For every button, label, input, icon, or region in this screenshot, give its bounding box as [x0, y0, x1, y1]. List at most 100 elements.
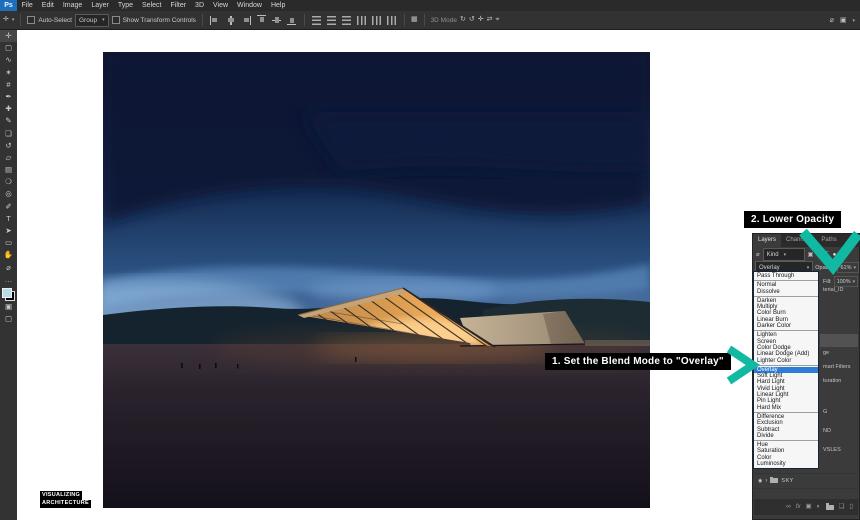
- tool-move-icon[interactable]: ✛: [0, 30, 17, 43]
- layer-name-fragment[interactable]: G: [823, 409, 827, 415]
- menu-item[interactable]: View: [209, 0, 233, 11]
- tool-spot-healing-icon[interactable]: ✚: [0, 103, 17, 115]
- divider: [423, 14, 425, 26]
- blend-mode-option[interactable]: Linear Dodge (Add): [754, 351, 818, 357]
- tool-type-icon[interactable]: T: [0, 213, 17, 225]
- menu-item[interactable]: Type: [113, 0, 137, 11]
- adjustment-layer-icon[interactable]: ◐: [817, 499, 821, 515]
- align-center-horizontal-icon[interactable]: [226, 15, 235, 25]
- 3d-orbit-icon[interactable]: ↻: [460, 15, 466, 25]
- chevron-down-icon[interactable]: ▾: [12, 17, 15, 23]
- quick-mask-icon[interactable]: ▣: [0, 301, 17, 313]
- distribute-vertical-icon[interactable]: [327, 15, 337, 25]
- auto-select-scope-select[interactable]: Group ▾: [75, 13, 109, 27]
- menu-item[interactable]: Edit: [37, 0, 58, 11]
- move-tool-icon: ✛: [3, 16, 9, 23]
- tool-pen-icon[interactable]: ✐: [0, 201, 17, 213]
- tool-rect-marquee-icon[interactable]: ▢: [0, 42, 17, 54]
- menu-item[interactable]: Help: [266, 0, 289, 11]
- menu-item[interactable]: Layer: [87, 0, 114, 11]
- show-transform-checkbox[interactable]: [111, 16, 120, 24]
- tool-hand-icon[interactable]: ✋: [0, 249, 17, 261]
- new-layer-icon[interactable]: ❏: [839, 499, 845, 515]
- menu-item[interactable]: Image: [58, 0, 86, 11]
- tool-eraser-icon[interactable]: ▱: [0, 152, 17, 164]
- distribute-vertical-icon[interactable]: [312, 15, 322, 25]
- blend-mode-option[interactable]: Luminosity: [754, 461, 818, 467]
- 3d-mode-label: 3D Mode: [430, 16, 457, 24]
- adjustment-layer-fragment[interactable]: turation: [823, 378, 841, 384]
- 3d-camera-icon[interactable]: ⌖: [495, 15, 499, 25]
- chevron-down-icon: ▾: [852, 17, 855, 24]
- link-layers-icon[interactable]: ∞: [786, 499, 791, 515]
- blend-mode-option[interactable]: Hard Mix: [754, 405, 818, 411]
- distribute-horizontal-icon[interactable]: [372, 15, 382, 25]
- align-right-icon[interactable]: [241, 15, 252, 25]
- tool-rectangle-shape-icon[interactable]: ▭: [0, 237, 17, 249]
- menu-item[interactable]: Select: [138, 0, 166, 11]
- tool-brush-icon[interactable]: ✎: [0, 115, 17, 127]
- layer-style-fx-icon[interactable]: fx: [796, 504, 801, 510]
- blend-mode-option[interactable]: Darker Color: [754, 323, 818, 329]
- layer-name-fragment[interactable]: VSLES: [823, 447, 841, 453]
- workspace-switcher-icon[interactable]: ▣: [840, 16, 847, 26]
- menu-item[interactable]: Filter: [166, 0, 191, 11]
- selected-layer-highlight[interactable]: [820, 334, 858, 347]
- blend-mode-option[interactable]: Lighter Color: [754, 358, 818, 364]
- new-group-icon[interactable]: [825, 503, 834, 510]
- blend-mode-option[interactable]: Dissolve: [754, 289, 818, 295]
- tool-clone-stamp-icon[interactable]: ❏: [0, 128, 17, 140]
- 3d-slide-icon[interactable]: ⇄: [487, 15, 493, 25]
- layer-name-fragment[interactable]: ND: [823, 428, 831, 434]
- step1-annotation: 1. Set the Blend Mode to "Overlay": [545, 353, 731, 370]
- stack-icon[interactable]: ▦: [411, 15, 418, 25]
- edit-toolbar-icon[interactable]: …: [0, 274, 17, 286]
- tool-path-selection-icon[interactable]: ➤: [0, 225, 17, 237]
- menu-item[interactable]: File: [17, 0, 37, 11]
- tool-crop-icon[interactable]: #: [0, 79, 17, 91]
- tool-zoom-icon[interactable]: ⌀: [0, 262, 17, 274]
- foreground-color-swatch[interactable]: [2, 287, 12, 298]
- tool-dodge-icon[interactable]: ◎: [0, 188, 17, 200]
- layer-group-row[interactable]: ◉ › SKY: [754, 473, 858, 489]
- search-icon[interactable]: ⌀: [830, 16, 834, 26]
- menu-item[interactable]: Window: [233, 0, 267, 11]
- layer-name-fragment[interactable]: ge: [823, 350, 829, 356]
- layer-mask-icon[interactable]: ▣: [806, 499, 812, 515]
- align-bottom-icon[interactable]: [287, 15, 297, 25]
- menu-bar: Ps File Edit Image Layer Type Select Fil…: [0, 0, 860, 11]
- distribute-horizontal-icon[interactable]: [357, 15, 367, 25]
- align-top-icon[interactable]: [257, 15, 267, 25]
- 3d-roll-icon[interactable]: ↺: [469, 15, 475, 25]
- fill-input[interactable]: 100% ▾: [833, 276, 859, 287]
- menu-item[interactable]: 3D: [191, 0, 209, 11]
- search-icon: ⌀: [756, 252, 760, 258]
- auto-select-checkbox[interactable]: [27, 16, 36, 24]
- blend-mode-dropdown: Pass Through Normal Dissolve Darken Mult…: [753, 271, 819, 470]
- tool-history-brush-icon[interactable]: ↺: [0, 140, 17, 152]
- screen-mode-icon[interactable]: ▢: [0, 313, 17, 325]
- tool-magic-wand-icon[interactable]: ✶: [0, 67, 17, 79]
- visibility-eye-icon[interactable]: ◉: [758, 478, 762, 484]
- group-name[interactable]: SKY: [781, 478, 793, 484]
- color-swatches[interactable]: [2, 287, 15, 301]
- align-center-vertical-icon[interactable]: [272, 16, 282, 25]
- tool-lasso-icon[interactable]: ∿: [0, 54, 17, 66]
- divider: [403, 14, 405, 26]
- align-left-icon[interactable]: [210, 15, 220, 25]
- smart-filters-fragment[interactable]: mart Filters: [823, 364, 851, 370]
- 3d-pan-icon[interactable]: ✛: [478, 15, 484, 25]
- blend-mode-option[interactable]: Divide: [754, 433, 818, 439]
- tool-eyedropper-icon[interactable]: ✒: [0, 91, 17, 103]
- layer-name-fragment[interactable]: terial_ID: [823, 287, 843, 293]
- options-bar: ✛ ▾ Auto-Select Group ▾ Show Transform C…: [0, 11, 860, 30]
- distribute-vertical-icon[interactable]: [342, 15, 352, 25]
- distribute-horizontal-icon[interactable]: [387, 15, 397, 25]
- tool-blur-icon[interactable]: ❍: [0, 176, 17, 188]
- tool-gradient-icon[interactable]: ▤: [0, 164, 17, 176]
- expand-chevron-icon[interactable]: ›: [765, 478, 767, 484]
- document-canvas[interactable]: [13, 52, 673, 508]
- divider: [201, 14, 203, 26]
- tab-layers[interactable]: Layers: [753, 234, 782, 247]
- delete-layer-icon[interactable]: ▯: [849, 499, 853, 515]
